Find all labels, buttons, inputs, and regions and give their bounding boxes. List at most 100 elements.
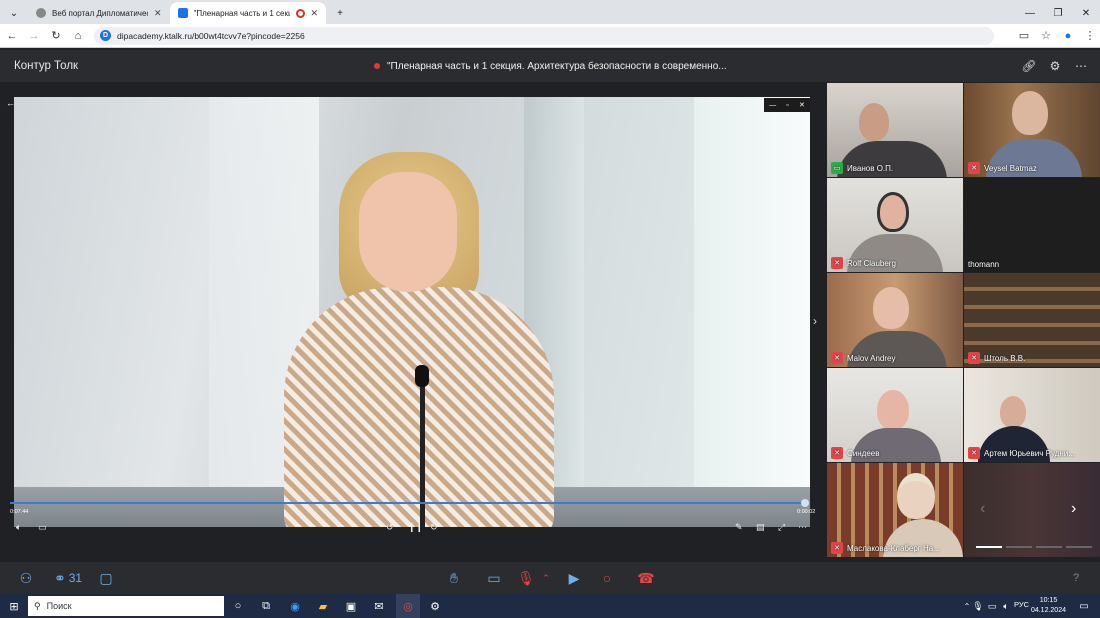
taskbar-clock[interactable]: 10:15 04.12.2024 [1031, 596, 1066, 616]
gear-icon[interactable]: ⚙︎ [1042, 53, 1068, 79]
profile-icon[interactable]: ● [1058, 26, 1078, 46]
participant-head [877, 192, 909, 232]
participant-tile[interactable]: ✕ Штоль В.В. [964, 273, 1100, 367]
progress-knob[interactable] [800, 499, 809, 507]
participants-button[interactable]: ⚭ 31 [48, 562, 88, 594]
minimize-icon[interactable]: — [1016, 2, 1044, 24]
time-remaining: 0:00:02 [797, 509, 816, 515]
close-icon[interactable]: ✕ [154, 8, 162, 19]
pager-dot[interactable] [976, 546, 1002, 548]
close-icon[interactable]: ✕ [311, 8, 319, 19]
cortana-icon[interactable]: ○ [226, 594, 250, 618]
pause-icon[interactable]: ❙❙ [408, 522, 423, 533]
apps-icon[interactable]: ⚇ [16, 562, 36, 594]
chrome-icon[interactable]: ◎ [396, 594, 420, 618]
file-explorer-icon[interactable]: ▰ [311, 594, 335, 618]
pager-dot[interactable] [1006, 546, 1032, 548]
subtitles-icon[interactable]: ▭ [38, 522, 47, 533]
globe-icon [36, 8, 46, 18]
participant-tile[interactable]: ✕ Rolf Clauberg [827, 178, 963, 272]
home-icon[interactable]: ⌂ [68, 26, 88, 46]
time-elapsed: 0:07:44 [10, 509, 29, 515]
participant-head [859, 103, 889, 141]
mic-muted-icon: ✕ [831, 447, 843, 459]
url-input[interactable]: D dipacademy.ktalk.ru/b00wt4tcvv7e?pinco… [94, 26, 994, 45]
menu-kebab-icon[interactable]: ⋮ [1080, 26, 1100, 46]
participant-tile[interactable]: ✕ Malov Andrey [827, 273, 963, 367]
task-view-icon[interactable]: ⧉ [254, 594, 278, 618]
shared-video[interactable] [14, 97, 810, 527]
video-progress-bar[interactable] [10, 499, 809, 507]
app-brand: Контур Толк [14, 60, 79, 72]
taskbar-search-input[interactable]: ⚲ Поиск [28, 596, 224, 616]
more-icon[interactable]: ⋯ [798, 522, 807, 533]
record-icon[interactable]: ○ [596, 562, 618, 594]
notifications-icon[interactable]: ▭ [1072, 594, 1096, 618]
help-icon[interactable]: ? [1066, 562, 1086, 594]
edge-icon[interactable]: ◉ [283, 594, 307, 618]
participant-name: Штоль В.В. [984, 353, 1026, 363]
pen-icon[interactable]: ✎ [735, 522, 743, 533]
mail-icon[interactable]: ✉ [367, 594, 391, 618]
browser-tab-strip: ⌄ Веб портал Дипломатической ✕ "Пленарна… [0, 0, 1100, 24]
raise-hand-icon[interactable]: ✋︎ [443, 562, 465, 594]
participant-tile[interactable]: ✕ Veysel Batmaz [964, 83, 1100, 177]
tab-search-icon[interactable]: ⌄ [0, 2, 28, 24]
participant-tile[interactable]: ✕ Синдеев [827, 368, 963, 462]
participant-tile[interactable]: thomann [964, 178, 1100, 272]
settings-gear-icon[interactable]: ⚙︎ [423, 594, 447, 618]
chevron-right-icon[interactable]: › [813, 314, 817, 328]
popout-icon[interactable]: ▫ [786, 102, 788, 109]
tile-background [964, 178, 1100, 272]
forward-icon[interactable]: → [24, 26, 44, 46]
rewind-icon[interactable]: ↺ [386, 522, 394, 533]
restore-icon[interactable]: ❐ [1044, 2, 1072, 24]
participant-name: Маслакова-Клаберг На... [847, 543, 940, 553]
mic-muted-icon[interactable]: 🎙︎ [515, 562, 537, 594]
windows-start-icon[interactable]: ⊞ [2, 594, 26, 618]
collapse-arrow-icon[interactable]: ← [6, 98, 15, 108]
speaker-face [359, 172, 457, 292]
chevron-right-icon[interactable]: › [1071, 500, 1076, 518]
participant-tile[interactable]: ✕ Артем Юрьевич Рудни... [964, 368, 1100, 462]
volume-icon[interactable]: 🔈︎ [16, 522, 21, 533]
video-icon [177, 8, 188, 18]
more-icon[interactable]: ⋯ [1068, 53, 1094, 79]
recording-icon [295, 8, 305, 18]
participant-label: ▭ Иванов О.П. [831, 162, 893, 174]
back-icon[interactable]: ← [2, 26, 22, 46]
os-taskbar: ⊞ ⚲ Поиск ○ ⧉ ◉ ▰ ▣ ✉ ◎ ⚙︎ ⌃ 🎙︎ ▭ 🔈︎ РУС… [0, 594, 1100, 618]
chat-icon[interactable]: ▢ [96, 562, 116, 594]
pager-dot[interactable] [1036, 546, 1062, 548]
fullscreen-icon[interactable]: ⤢ [778, 522, 785, 533]
link-icon[interactable]: 🔗︎ [1016, 53, 1042, 79]
minimize-icon[interactable]: — [769, 102, 776, 109]
participant-tile[interactable]: ✕ Маслакова-Клаберг На... [827, 463, 963, 557]
pager-dot[interactable] [1066, 546, 1092, 548]
participant-name: Синдеев [847, 448, 880, 458]
reload-icon[interactable]: ↻ [46, 26, 66, 46]
new-tab-button[interactable]: + [326, 2, 354, 24]
mic-muted-icon: ✕ [968, 447, 980, 459]
chevron-left-icon[interactable]: ‹ [980, 500, 985, 518]
cast-icon[interactable]: ▭ [1014, 26, 1034, 46]
participant-head [897, 473, 935, 519]
forward-icon[interactable]: ↻ [430, 522, 438, 533]
browser-tab-meeting[interactable]: "Пленарная часть и 1 секц ✕ [169, 2, 327, 24]
captions-icon[interactable]: ▤ [756, 522, 765, 533]
browser-tab-portal[interactable]: Веб портал Дипломатической ✕ [28, 2, 170, 24]
tab-title: "Пленарная часть и 1 секц [193, 8, 290, 18]
chevron-up-icon[interactable]: ⌃ [540, 562, 552, 594]
bookmark-star-icon[interactable]: ☆ [1036, 26, 1056, 46]
camera-icon[interactable]: ▶ [563, 562, 585, 594]
hang-up-icon[interactable]: ☎︎ [635, 562, 657, 594]
language-indicator[interactable]: РУС [1014, 600, 1029, 609]
store-icon[interactable]: ▣ [339, 594, 363, 618]
screen-share-icon[interactable]: ▭ [483, 562, 505, 594]
close-icon[interactable]: ✕ [799, 101, 805, 109]
mic-muted-icon: ✕ [968, 352, 980, 364]
site-info-icon[interactable]: D [100, 30, 111, 41]
participant-tile[interactable]: ▭ Иванов О.П. [827, 83, 963, 177]
screen-share-icon: ▭ [831, 162, 843, 174]
close-window-icon[interactable]: ✕ [1072, 2, 1100, 24]
